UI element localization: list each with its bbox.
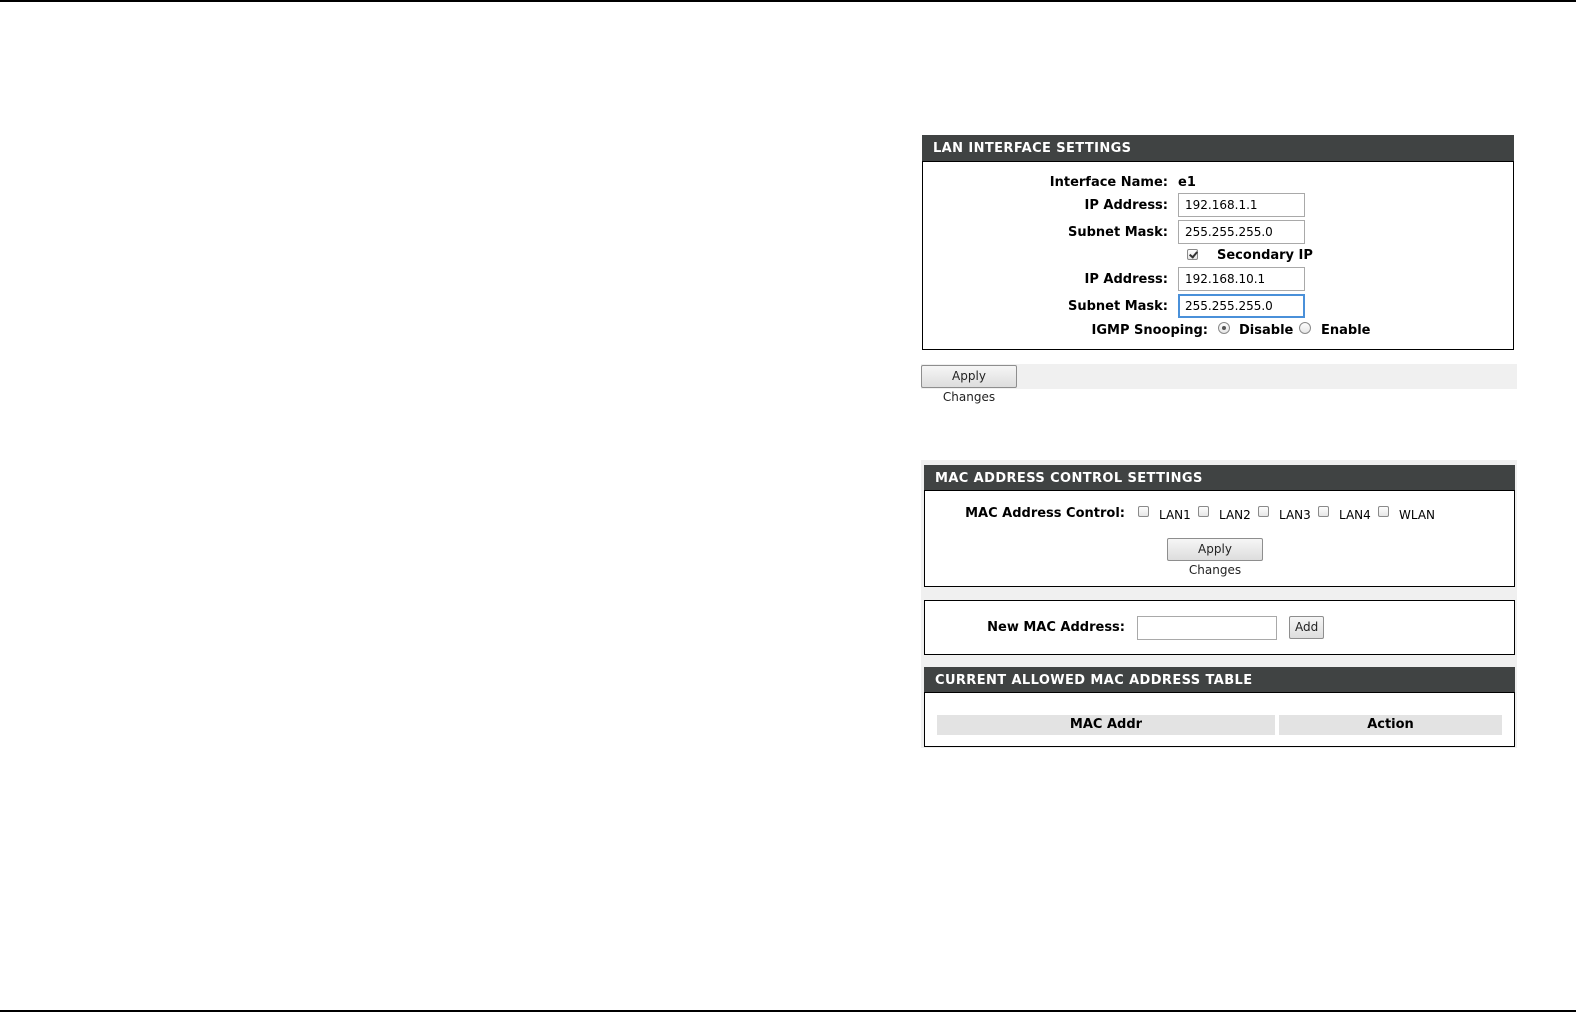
mac-control-header: MAC ADDRESS CONTROL SETTINGS	[924, 465, 1515, 491]
new-mac-input[interactable]	[1137, 616, 1277, 640]
igmp-enable-radio[interactable]	[1299, 322, 1311, 334]
igmp-snooping-label: IGMP Snooping:	[1091, 323, 1209, 338]
lan3-checkbox[interactable]	[1258, 506, 1269, 517]
lan-apply-changes-button[interactable]: Apply Changes	[921, 365, 1017, 404]
allowed-table-panel: MAC Addr Action	[924, 692, 1515, 747]
mac-apply-changes-button[interactable]: Apply Changes	[1167, 538, 1263, 577]
lan3-label: LAN3	[1279, 508, 1311, 522]
secondary-ip-address-label: IP Address:	[1084, 272, 1168, 287]
secondary-ip-address-input[interactable]	[1178, 267, 1305, 291]
ip-address-label: IP Address:	[1084, 198, 1168, 213]
lan2-label: LAN2	[1219, 508, 1251, 522]
top-rule	[0, 0, 1576, 2]
igmp-disable-radio[interactable]	[1218, 322, 1230, 334]
bottom-rule	[0, 1010, 1576, 1012]
secondary-subnet-mask-label: Subnet Mask:	[1067, 299, 1168, 314]
mac-control-label: MAC Address Control:	[965, 506, 1125, 521]
wlan-checkbox[interactable]	[1378, 506, 1389, 517]
secondary-ip-checkbox[interactable]	[1187, 249, 1198, 260]
lan-interface-header: LAN INTERFACE SETTINGS	[922, 135, 1514, 162]
lan2-checkbox[interactable]	[1198, 506, 1209, 517]
new-mac-label: New MAC Address:	[987, 620, 1125, 635]
column-mac-addr: MAC Addr	[937, 715, 1275, 735]
igmp-disable-label: Disable	[1239, 323, 1294, 338]
add-mac-button[interactable]: Add	[1289, 616, 1324, 639]
allowed-table-header: CURRENT ALLOWED MAC ADDRESS TABLE	[924, 667, 1515, 693]
lan4-checkbox[interactable]	[1318, 506, 1329, 517]
mac-control-panel: MAC Address Control: LAN1 LAN2 LAN3 LAN4…	[924, 490, 1515, 587]
subnet-mask-input[interactable]	[1178, 220, 1305, 244]
interface-name-value: e1	[1178, 175, 1196, 190]
secondary-subnet-mask-input[interactable]	[1178, 294, 1305, 318]
igmp-enable-label: Enable	[1321, 323, 1371, 338]
lan4-label: LAN4	[1339, 508, 1371, 522]
new-mac-panel: New MAC Address: Add	[924, 600, 1515, 655]
lan1-label: LAN1	[1159, 508, 1191, 522]
secondary-ip-label: Secondary IP	[1217, 248, 1313, 263]
ip-address-input[interactable]	[1178, 193, 1305, 217]
lan-interface-panel: Interface Name: e1 IP Address: Subnet Ma…	[922, 161, 1514, 350]
interface-name-label: Interface Name:	[1049, 175, 1168, 190]
wlan-label: WLAN	[1399, 508, 1436, 522]
lan1-checkbox[interactable]	[1138, 506, 1149, 517]
subnet-mask-label: Subnet Mask:	[1067, 225, 1168, 240]
column-action: Action	[1279, 715, 1502, 735]
